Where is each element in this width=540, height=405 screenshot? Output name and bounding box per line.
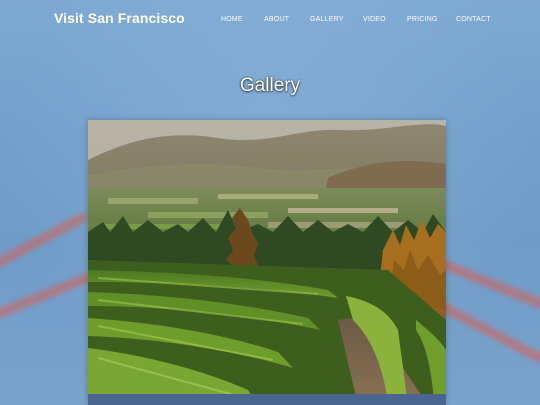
gallery-image-vineyard[interactable] [88, 120, 446, 405]
page-title: Gallery [239, 75, 301, 96]
site-header: Visit San Francisco HOME ABOUT GALLERY V… [0, 0, 540, 40]
nav-home[interactable]: HOME [221, 16, 243, 23]
nav-about[interactable]: ABOUT [264, 16, 289, 23]
nav-gallery[interactable]: GALLERY [310, 16, 344, 23]
nav-contact[interactable]: CONTACT [456, 16, 491, 23]
vineyard-photo-icon [88, 120, 446, 405]
nav-video[interactable]: VIDEO [363, 16, 386, 23]
site-brand[interactable]: Visit San Francisco [54, 10, 185, 26]
nav-pricing[interactable]: PRICING [407, 16, 438, 23]
